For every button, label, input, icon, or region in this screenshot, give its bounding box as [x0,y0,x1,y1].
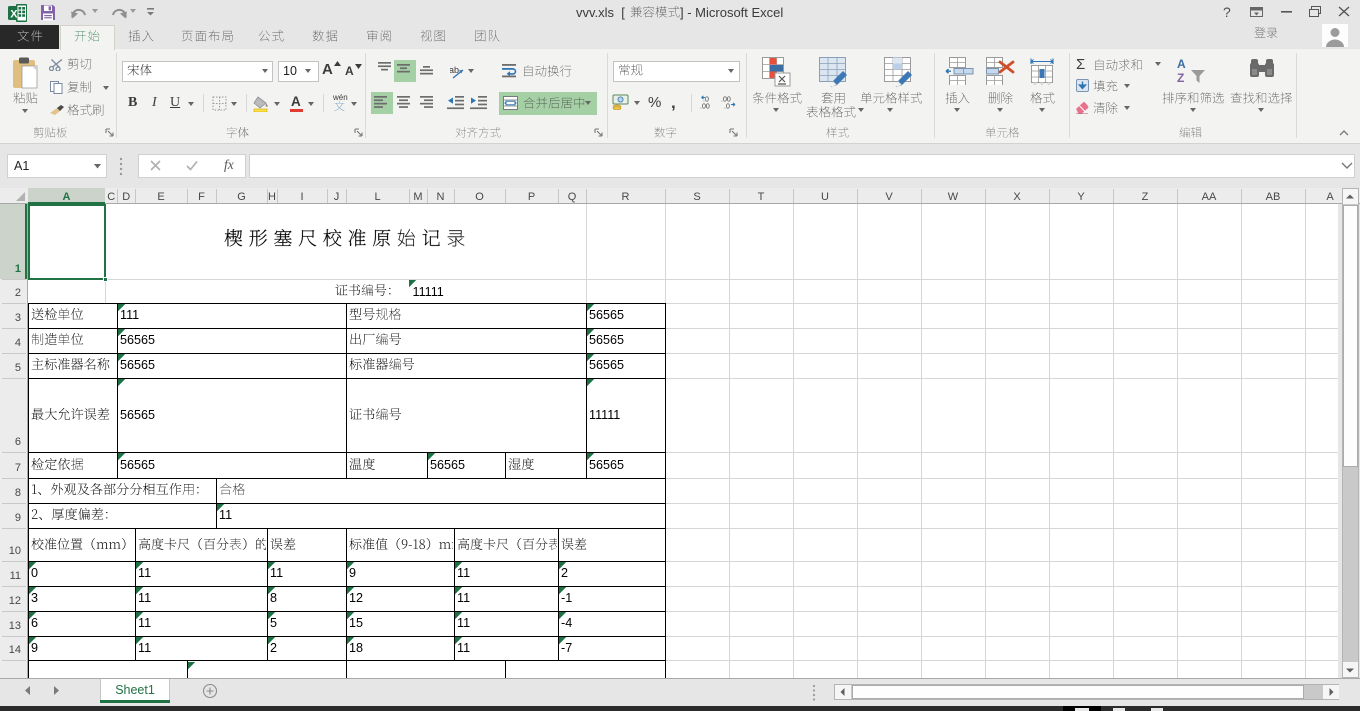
svg-text:.00: .00 [700,104,710,110]
svg-text:Z: Z [1177,71,1184,84]
svg-text:.0: .0 [724,104,730,110]
svg-text:?: ? [1223,4,1231,20]
svg-text:.00: .00 [721,97,731,104]
svg-text:X: X [10,9,18,21]
svg-text:A: A [1177,57,1186,71]
